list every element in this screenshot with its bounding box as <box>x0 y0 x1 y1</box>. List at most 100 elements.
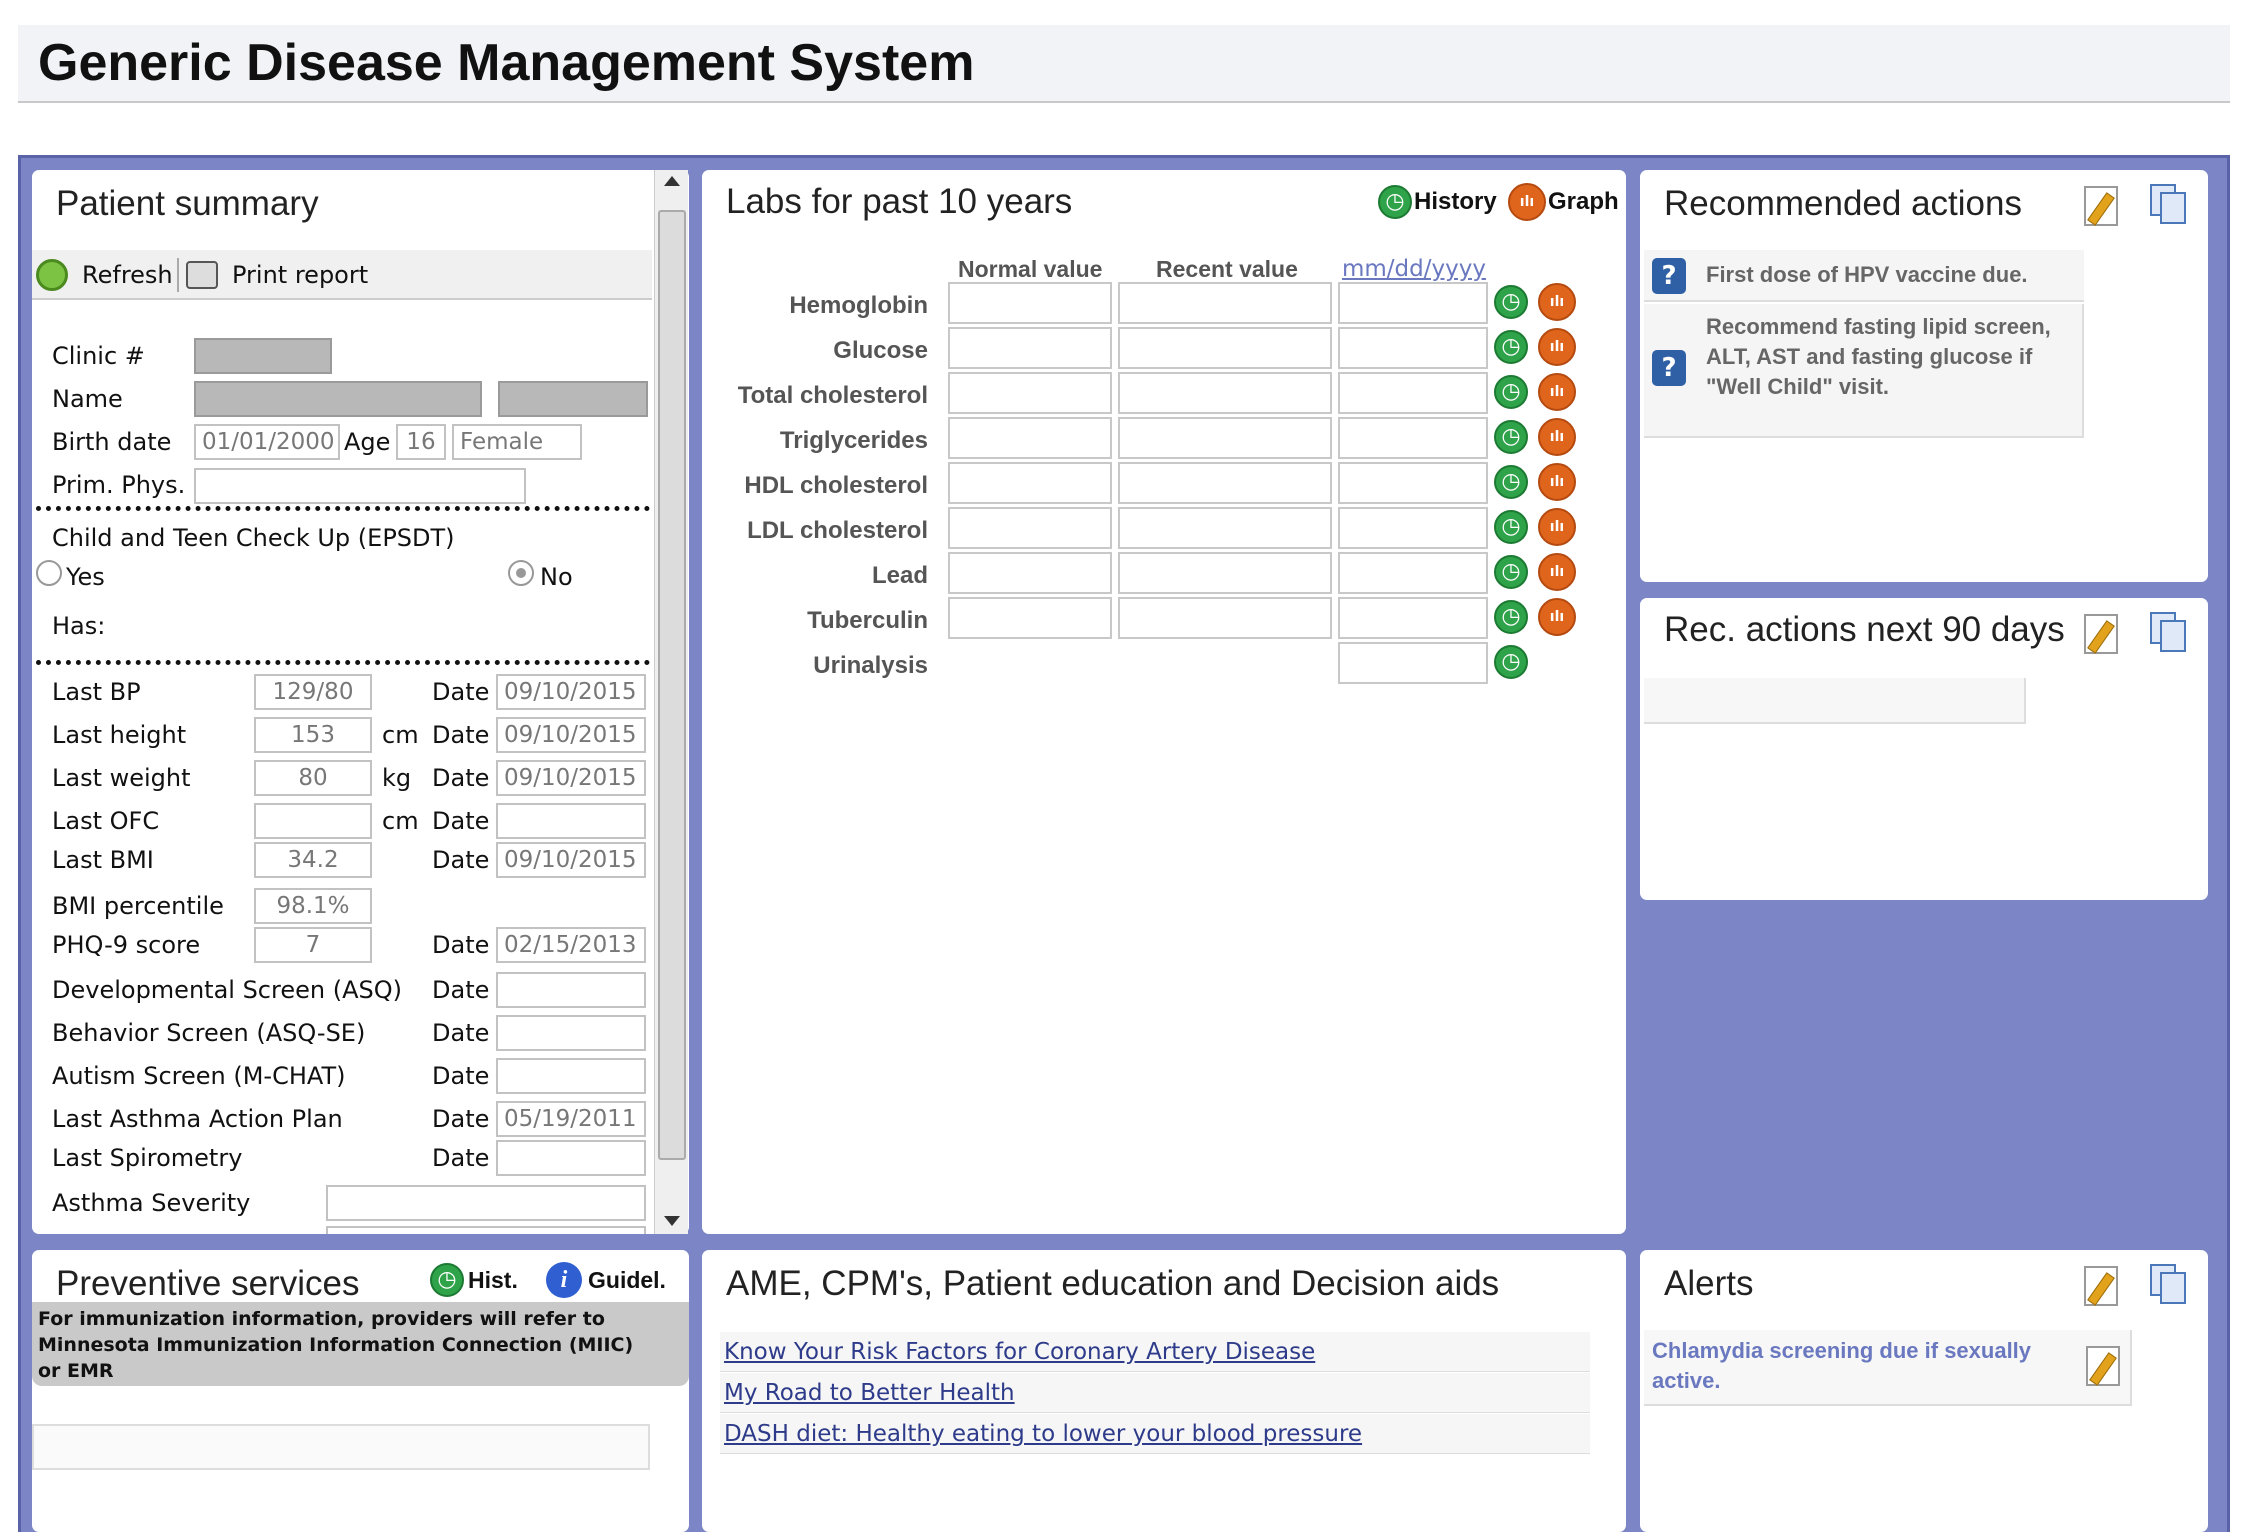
graph-chart-icon[interactable]: ılı <box>1538 328 1576 366</box>
graph-button[interactable]: ılı Graph <box>1508 182 1619 222</box>
patient-scrollbar[interactable] <box>654 170 688 1234</box>
last-bmi-date[interactable]: 09/10/2015 <box>496 842 646 878</box>
history-clock-icon[interactable]: ◷ <box>1494 465 1528 499</box>
preventive-list <box>32 1424 650 1470</box>
asthma-plan-date[interactable]: 05/19/2011 <box>496 1101 646 1137</box>
phq9-field[interactable]: 7 <box>254 927 372 963</box>
copy-icon[interactable] <box>2150 1264 2190 1304</box>
scroll-down-arrow[interactable] <box>664 1216 680 1226</box>
edit-icon[interactable] <box>2084 1266 2118 1306</box>
history-clock-icon[interactable]: ◷ <box>1494 510 1528 544</box>
next-field-partial[interactable] <box>326 1226 646 1234</box>
recent-value-field[interactable] <box>1118 507 1332 549</box>
copy-icon[interactable] <box>2150 612 2190 652</box>
graph-chart-icon[interactable]: ılı <box>1538 553 1576 591</box>
lab-date-field[interactable] <box>1338 372 1488 414</box>
normal-value-field[interactable] <box>948 597 1112 639</box>
recent-value-field[interactable] <box>1118 327 1332 369</box>
copy-icon[interactable] <box>2150 184 2190 224</box>
last-bp-field[interactable]: 129/80 <box>254 674 372 710</box>
normal-value-field[interactable] <box>948 372 1112 414</box>
recent-value-field[interactable] <box>1118 372 1332 414</box>
date-label: Date <box>432 976 490 1004</box>
cm-unit: cm <box>382 807 419 835</box>
name-field-2[interactable] <box>498 381 648 417</box>
normal-value-field[interactable] <box>948 417 1112 459</box>
age-field[interactable]: 16 <box>396 424 446 460</box>
history-clock-icon[interactable]: ◷ <box>1494 600 1528 634</box>
last-bp-date[interactable]: 09/10/2015 <box>496 674 646 710</box>
mchat-date[interactable] <box>496 1058 646 1094</box>
prim-phys-field[interactable] <box>194 468 526 504</box>
asthma-severity-field[interactable] <box>326 1185 646 1221</box>
name-field[interactable] <box>194 381 482 417</box>
clinic-field[interactable] <box>194 338 332 374</box>
help-icon: ? <box>1652 350 1686 386</box>
asqse-date[interactable] <box>496 1015 646 1051</box>
last-bmi-field[interactable]: 34.2 <box>254 842 372 878</box>
edit-icon[interactable] <box>2086 1346 2120 1386</box>
recent-value-field[interactable] <box>1118 462 1332 504</box>
scroll-up-arrow[interactable] <box>664 176 680 186</box>
history-clock-icon[interactable]: ◷ <box>1494 285 1528 319</box>
last-weight-field[interactable]: 80 <box>254 760 372 796</box>
birth-date-field[interactable]: 01/01/2000 <box>194 424 340 460</box>
epsdt-yes-label: Yes <box>66 563 105 591</box>
lab-date-field[interactable] <box>1338 642 1488 684</box>
lab-date-field[interactable] <box>1338 462 1488 504</box>
recent-value-field[interactable] <box>1118 282 1332 324</box>
education-link[interactable]: Know Your Risk Factors for Coronary Arte… <box>720 1332 1590 1372</box>
alert-item[interactable]: Chlamydia screening due if sexually acti… <box>1644 1330 2132 1406</box>
spirometry-date[interactable] <box>496 1140 646 1176</box>
history-clock-icon[interactable]: ◷ <box>1494 375 1528 409</box>
bmi-percentile-field[interactable]: 98.1% <box>254 888 372 924</box>
hist-button[interactable]: ◷ Hist. <box>430 1260 518 1300</box>
epsdt-yes-radio[interactable] <box>36 560 62 586</box>
lab-date-field[interactable] <box>1338 282 1488 324</box>
graph-chart-icon[interactable]: ılı <box>1538 283 1576 321</box>
lab-date-field[interactable] <box>1338 507 1488 549</box>
lab-date-field[interactable] <box>1338 327 1488 369</box>
lab-date-field[interactable] <box>1338 597 1488 639</box>
edit-icon[interactable] <box>2084 186 2118 226</box>
recommendation-item[interactable]: ? First dose of HPV vaccine due. <box>1644 250 2084 302</box>
graph-chart-icon[interactable]: ılı <box>1538 418 1576 456</box>
scroll-thumb[interactable] <box>658 210 686 1160</box>
history-clock-icon[interactable]: ◷ <box>1494 555 1528 589</box>
guidel-button[interactable]: i Guidel. <box>546 1260 666 1300</box>
history-button[interactable]: ◷ History <box>1378 182 1497 222</box>
education-link[interactable]: My Road to Better Health <box>720 1373 1590 1413</box>
normal-value-field[interactable] <box>948 507 1112 549</box>
col-date-header[interactable]: mm/dd/yyyy <box>1342 256 1486 282</box>
graph-chart-icon[interactable]: ılı <box>1538 508 1576 546</box>
phq9-date[interactable]: 02/15/2013 <box>496 927 646 963</box>
last-height-date[interactable]: 09/10/2015 <box>496 717 646 753</box>
epsdt-no-radio[interactable] <box>508 560 534 586</box>
refresh-button[interactable]: Refresh <box>36 256 173 294</box>
graph-chart-icon[interactable]: ılı <box>1538 598 1576 636</box>
last-ofc-date[interactable] <box>496 803 646 839</box>
recent-value-field[interactable] <box>1118 417 1332 459</box>
normal-value-field[interactable] <box>948 282 1112 324</box>
graph-chart-icon[interactable]: ılı <box>1538 463 1576 501</box>
lab-date-field[interactable] <box>1338 552 1488 594</box>
lab-date-field[interactable] <box>1338 417 1488 459</box>
normal-value-field[interactable] <box>948 327 1112 369</box>
print-report-button[interactable]: Print report <box>186 256 368 294</box>
normal-value-field[interactable] <box>948 462 1112 504</box>
edit-icon[interactable] <box>2084 614 2118 654</box>
last-height-field[interactable]: 153 <box>254 717 372 753</box>
history-clock-icon[interactable]: ◷ <box>1494 330 1528 364</box>
recent-value-field[interactable] <box>1118 552 1332 594</box>
normal-value-field[interactable] <box>948 552 1112 594</box>
recent-value-field[interactable] <box>1118 597 1332 639</box>
graph-chart-icon[interactable]: ılı <box>1538 373 1576 411</box>
recommendation-item[interactable]: ? Recommend fasting lipid screen, ALT, A… <box>1644 304 2084 438</box>
history-clock-icon[interactable]: ◷ <box>1494 420 1528 454</box>
sex-field[interactable]: Female <box>452 424 582 460</box>
history-clock-icon[interactable]: ◷ <box>1494 645 1528 679</box>
last-ofc-field[interactable] <box>254 803 372 839</box>
last-weight-date[interactable]: 09/10/2015 <box>496 760 646 796</box>
asq-date[interactable] <box>496 972 646 1008</box>
education-link[interactable]: DASH diet: Healthy eating to lower your … <box>720 1414 1590 1454</box>
